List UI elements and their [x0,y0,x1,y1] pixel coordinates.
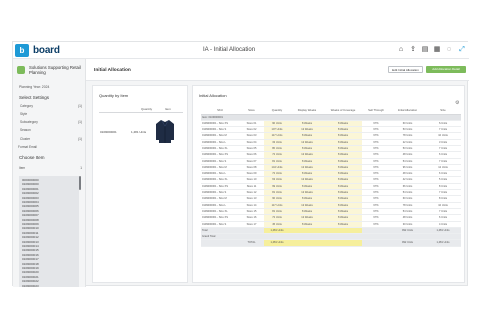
app-window: b board IA - Initial Allocation ⌂ ⇪ ▤ ▦ … [12,41,469,287]
list-item[interactable]: 0109000002 [22,191,39,195]
home-icon[interactable]: ⌂ [397,46,405,54]
list-item[interactable]: 0109000008 [22,218,39,222]
app-title: IA - Initial Allocation [203,47,256,53]
column-header[interactable]: SKU [201,107,239,115]
table-cell [290,239,324,247]
select-settings-heading: Select Settings [19,95,50,100]
filter-label: Subcategory [20,120,38,124]
choose-item-heading: Choose Item [19,155,45,160]
list-item[interactable]: 0109000015 [22,248,39,252]
quantity-by-item-panel: Quantity by Item Quantity Item 010900000… [92,85,188,283]
list-item[interactable]: 0109000004 [22,200,39,204]
initial-allocation-panel: Initial Allocation ⚙ SKU Store Quantity Dis… [192,85,465,283]
panel-title: Initial Allocation [199,93,227,98]
list-item[interactable]: 0109000007 [22,213,39,217]
list-item[interactable]: 0109000022 [22,279,39,283]
item-quantity: 1,481 Units [131,130,147,134]
table-header-row: SKU Store Quantity Display Weeks Weeks of Co… [201,107,461,115]
list-item[interactable]: 0109000001 [22,187,39,191]
filter-label: Season [20,128,31,132]
list-item[interactable]: 0109000006 [22,209,39,213]
list-item[interactable]: 0109000020 [22,270,39,274]
column-header[interactable]: Initial Allocation [390,107,425,115]
add-allocation-detail-button[interactable]: Add Allocation Detail [426,66,466,73]
filter-count: (1) [78,104,82,108]
column-header[interactable]: Display Weeks [290,107,324,115]
list-item[interactable]: 0109000014 [22,244,39,248]
list-item[interactable]: 0000000000 [22,178,39,182]
page-title: Initial Allocation [94,68,131,73]
print-icon[interactable]: ▤ [421,46,429,54]
edit-initial-allocation-button[interactable]: Edit Initial Allocation [388,66,423,73]
table-cell[interactable]: 1,481 Units [264,239,290,247]
item-selector-count: 1 [80,166,82,170]
column-header[interactable]: Quantity [264,107,290,115]
item-list[interactable]: 0000000000 0109000000 0109000001 0109000002… [19,176,79,287]
list-item[interactable]: 0109000016 [22,253,39,257]
list-item[interactable]: 0109000005 [22,204,39,208]
column-header-item: Item [165,107,171,111]
caps-icon [17,66,25,74]
jacket-image [156,120,174,143]
list-item[interactable]: 0109000023 [22,284,39,287]
table-cell [201,239,239,247]
column-header[interactable]: Weeks of Coverage [324,107,362,115]
column-header[interactable]: Sell Through [362,107,390,115]
format-email-link[interactable]: Format Email [18,145,37,149]
grand-total-values-row: TOTAL 1,481 Units 992 Units 1,481 Units [201,239,461,247]
column-header-quantity: Quantity [141,107,153,111]
brand-name: board [33,45,60,56]
grid-icon[interactable]: ▦ [433,46,441,54]
panel-title: Quantity by Item [99,93,129,98]
table-cell[interactable]: TOTAL [239,239,264,247]
app-logo[interactable]: b [15,44,29,57]
table-cell [362,239,390,247]
table-cell [324,239,362,247]
caps-title: Solutions Supporting Retail Planning [29,65,81,75]
column-header[interactable]: Size [425,107,461,115]
expand-icon[interactable]: ⤢ [458,46,466,54]
item-selector-label: Item [19,166,26,170]
table-cell[interactable]: 992 Units [390,239,425,247]
list-item[interactable]: 0109000021 [22,275,39,279]
sidebar: Solutions Supporting Retail Planning Pla… [13,59,86,287]
list-item[interactable]: 0109000012 [22,235,39,239]
column-header[interactable]: Store [239,107,264,115]
list-item[interactable]: 0109000009 [22,222,39,226]
item-list-scrollbar[interactable] [79,176,81,190]
list-item[interactable]: 0109000003 [22,196,39,200]
list-item[interactable]: 0109000019 [22,266,39,270]
list-item[interactable]: 0109000013 [22,240,39,244]
filter-subcategory[interactable]: Subcategory [20,120,38,124]
allocation-table: SKU Store Quantity Display Weeks Weeks of Co… [201,107,461,247]
filter-cluster[interactable]: Cluster [20,137,30,141]
list-item[interactable]: 0109000018 [22,262,39,266]
list-item[interactable]: 0109000000 [22,182,39,186]
filter-style[interactable]: Style [20,112,27,116]
filter-category[interactable]: Category [20,104,33,108]
settings-icon[interactable]: ⚙ [455,100,459,106]
filter-label: Category [20,104,33,108]
filter-count: (1) [78,120,82,124]
list-item[interactable]: 0109000017 [22,257,39,261]
top-bar: b board IA - Initial Allocation ⌂ ⇪ ▤ ▦ … [13,42,469,59]
item-code: 0109000001 [100,130,117,134]
list-item[interactable]: 0109000011 [22,231,38,235]
divider [99,112,183,113]
filter-count: (1) [78,137,82,141]
filter-label: Cluster [20,137,31,141]
share-icon[interactable]: ⇪ [409,46,417,54]
chat-icon[interactable]: ◌ [445,46,453,54]
filter-label: Style [20,112,28,116]
list-item[interactable]: 0109000010 [22,226,39,230]
content-header: Initial Allocation Edit Initial Allocati… [86,59,469,81]
filter-season[interactable]: Season [20,128,31,132]
planning-year: Planning Year: 2024 [19,85,50,89]
table-cell[interactable]: 1,481 Units [425,239,461,247]
